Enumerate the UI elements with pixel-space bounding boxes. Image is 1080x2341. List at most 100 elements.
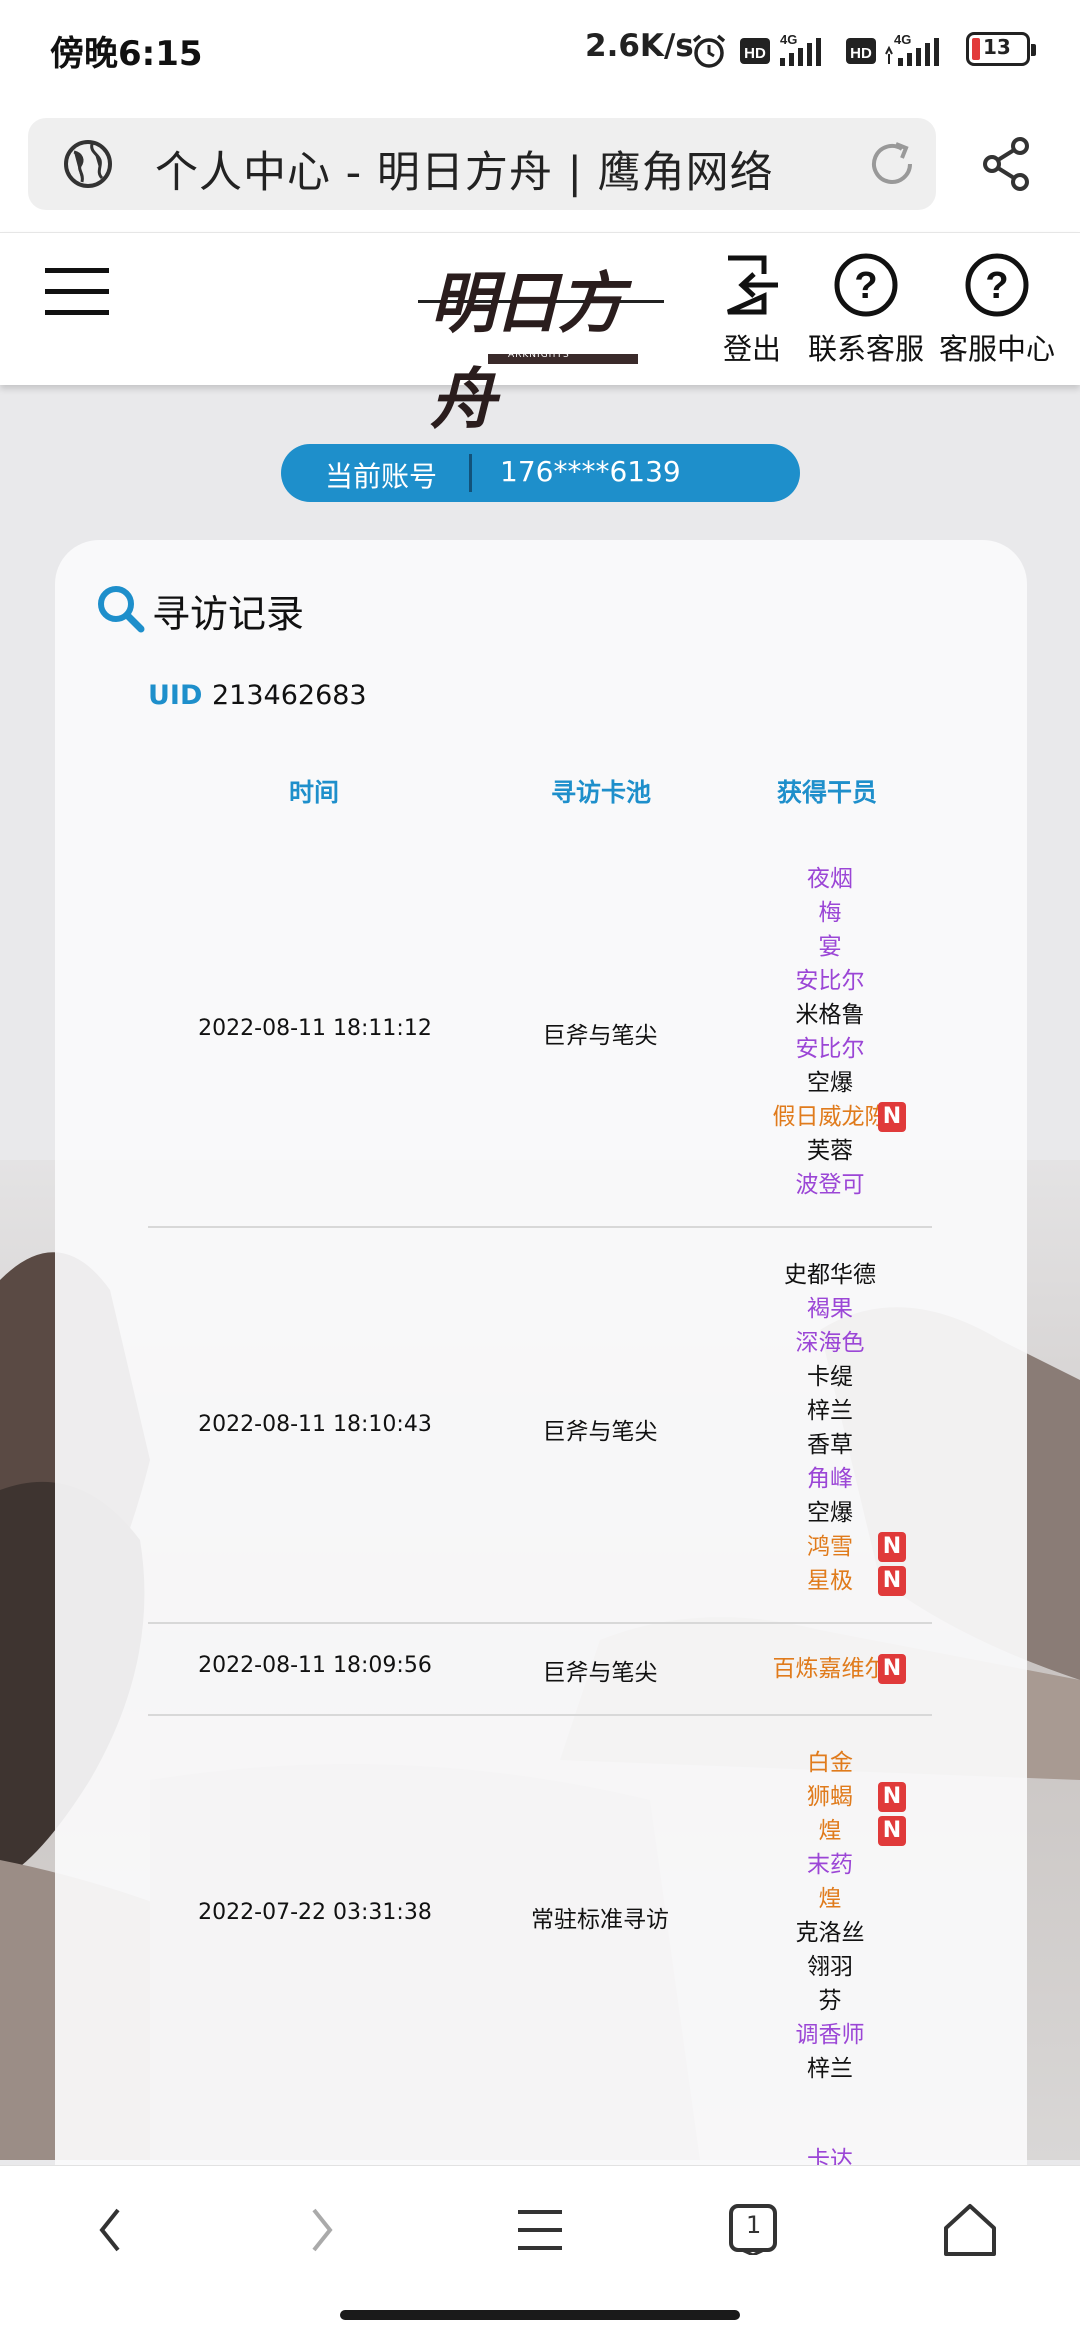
arknights-logo[interactable]: 明日方舟 ARKNIGHTS <box>418 250 664 438</box>
operator-entry: 芬 <box>720 1984 940 2018</box>
operator-name: 梅 <box>818 900 842 926</box>
record-time: 2022-07-22 03:31:38 <box>198 1900 432 1925</box>
operator-entry: 夜烟 <box>720 862 940 896</box>
record-pool: 巨斧与笔尖 <box>542 1419 658 1445</box>
operator-entry: 宴 <box>720 930 940 964</box>
battery-icon: 13 <box>966 32 1036 66</box>
tab-count: 1 <box>746 2211 762 2239</box>
record-operators: 夜烟梅宴安比尔 米格鲁 安比尔 空爆 假日威龙陈 N 芙蓉 波登可 <box>720 862 940 1202</box>
contact-service-label: 联系客服 <box>807 332 924 366</box>
back-icon[interactable] <box>90 2200 130 2260</box>
operator-entry: 煌 <box>720 1882 940 1916</box>
column-header-pool: 寻访卡池 <box>550 778 651 807</box>
operator-entry: 煌N <box>720 1814 940 1848</box>
account-divider <box>469 454 472 492</box>
operator-name: 星极 <box>807 1568 853 1594</box>
gesture-home-bar[interactable] <box>340 2310 740 2320</box>
operator-name: 芬 <box>818 1988 842 2014</box>
operator-name: 空爆 <box>807 1070 853 1096</box>
new-badge: N <box>878 1654 906 1684</box>
new-badge: N <box>878 1532 906 1562</box>
records-title: 寻访记录 <box>152 592 305 636</box>
operator-name: 梓兰 <box>807 1398 853 1424</box>
new-badge: N <box>878 1816 906 1846</box>
current-account-pill: 当前账号 176****6139 <box>281 444 800 502</box>
partial-operator-name: 卡达 <box>807 2147 853 2165</box>
record-time: 2022-08-11 18:09:56 <box>198 1653 432 1678</box>
record-pool: 巨斧与笔尖 <box>542 1023 658 1049</box>
operator-name: 米格鲁 <box>795 1002 865 1028</box>
operator-entry: 米格鲁 <box>720 998 940 1032</box>
account-label: 当前账号 <box>325 460 438 493</box>
refresh-icon[interactable] <box>866 138 918 190</box>
help-center-icon: ? <box>965 253 1029 317</box>
share-icon[interactable] <box>980 136 1034 192</box>
menu-icon[interactable] <box>45 268 109 316</box>
operator-entry: 梓兰 <box>720 1394 940 1428</box>
operator-entry: 波登可 <box>720 1168 940 1202</box>
logout-button[interactable]: 登出 <box>692 252 812 368</box>
help-icon: ? <box>834 253 898 317</box>
operator-name: 空爆 <box>807 1500 853 1526</box>
status-bar: 傍晚6:15 2.6K/s HD 4G HD 4G 13 <box>0 0 1080 100</box>
operator-name: 克洛丝 <box>795 1920 865 1946</box>
account-value: 176****6139 <box>500 455 681 488</box>
operator-entry: 末药 <box>720 1848 940 1882</box>
operator-name: 波登可 <box>795 1172 865 1198</box>
operator-entry: 角峰 <box>720 1462 940 1496</box>
operator-entry: 星极 N <box>720 1564 940 1598</box>
row-divider <box>148 1714 932 1716</box>
operator-name: 白金 <box>807 1750 853 1776</box>
record-time: 2022-08-11 18:11:12 <box>198 1016 432 1041</box>
network-speed: 2.6K/s <box>585 28 694 64</box>
operator-name: 煌 <box>818 1818 842 1844</box>
operator-entry: 安比尔 <box>720 1032 940 1066</box>
record-operators: 白金 狮蝎 N 煌 N 末药煌克洛丝 翎羽芬调香师 梓兰 <box>720 1746 940 2086</box>
operator-name: 宴 <box>818 934 842 960</box>
record-time: 2022-08-11 18:10:43 <box>198 1412 432 1437</box>
service-center-button[interactable]: ? 客服中心 <box>937 252 1057 368</box>
column-header-operators: 获得干员 <box>776 778 877 807</box>
operator-name: 香草 <box>807 1432 853 1458</box>
home-icon[interactable] <box>940 2200 1000 2260</box>
forward-icon[interactable] <box>302 2200 342 2260</box>
logout-label: 登出 <box>722 332 781 366</box>
operator-entry: 梓兰 <box>720 2052 940 2086</box>
contact-service-button[interactable]: ? 联系客服 <box>806 252 926 368</box>
operator-entry: 调香师 <box>720 2018 940 2052</box>
svg-text:?: ? <box>854 265 877 307</box>
uid-value: 213462683 <box>212 680 367 711</box>
operator-entry: 狮蝎 N <box>720 1780 940 1814</box>
operator-name: 夜烟 <box>807 866 853 892</box>
operator-name: 梓兰 <box>807 2056 853 2082</box>
operator-name: 鸿雪 <box>807 1534 853 1560</box>
signal-hd-icon-2: HD 4G <box>846 32 939 66</box>
globe-icon[interactable] <box>62 138 114 190</box>
operator-entry: 翎羽 <box>720 1950 940 1984</box>
logo-subtext: ARKNIGHTS <box>508 350 570 360</box>
operator-name: 芙蓉 <box>807 1138 853 1164</box>
battery-level: 13 <box>983 35 1011 59</box>
operator-name: 翎羽 <box>807 1954 853 1980</box>
service-center-label: 客服中心 <box>938 332 1055 366</box>
page-title-url[interactable]: 个人中心 - 明日方舟 | 鹰角网络 <box>155 138 774 200</box>
svg-text:4G: 4G <box>780 32 797 47</box>
signal-hd-icon: HD 4G <box>740 32 821 66</box>
tabs-button[interactable]: 1 <box>728 2203 778 2257</box>
record-operators: 史都华德 褐果 深海色 卡缇 梓兰 香草 角峰 空爆 鸿雪 N 星极 N <box>720 1258 940 1598</box>
logout-icon <box>726 255 778 315</box>
operator-name: 安比尔 <box>795 1036 865 1062</box>
status-time: 傍晚6:15 <box>50 34 203 74</box>
svg-text:HD: HD <box>850 45 872 62</box>
menu-lines-icon[interactable] <box>514 2200 566 2260</box>
operator-name: 角峰 <box>807 1466 853 1492</box>
operator-name: 安比尔 <box>795 968 865 994</box>
record-operators: 百炼嘉维尔 N <box>720 1652 940 1686</box>
operator-entry: 史都华德 <box>720 1258 940 1292</box>
operator-entry: 梅 <box>720 896 940 930</box>
new-badge: N <box>878 1102 906 1132</box>
uid-label: UID <box>148 680 203 711</box>
operator-entry: 芙蓉 <box>720 1134 940 1168</box>
operator-name: 褐果 <box>807 1296 853 1322</box>
operator-entry: 百炼嘉维尔 N <box>720 1652 940 1686</box>
